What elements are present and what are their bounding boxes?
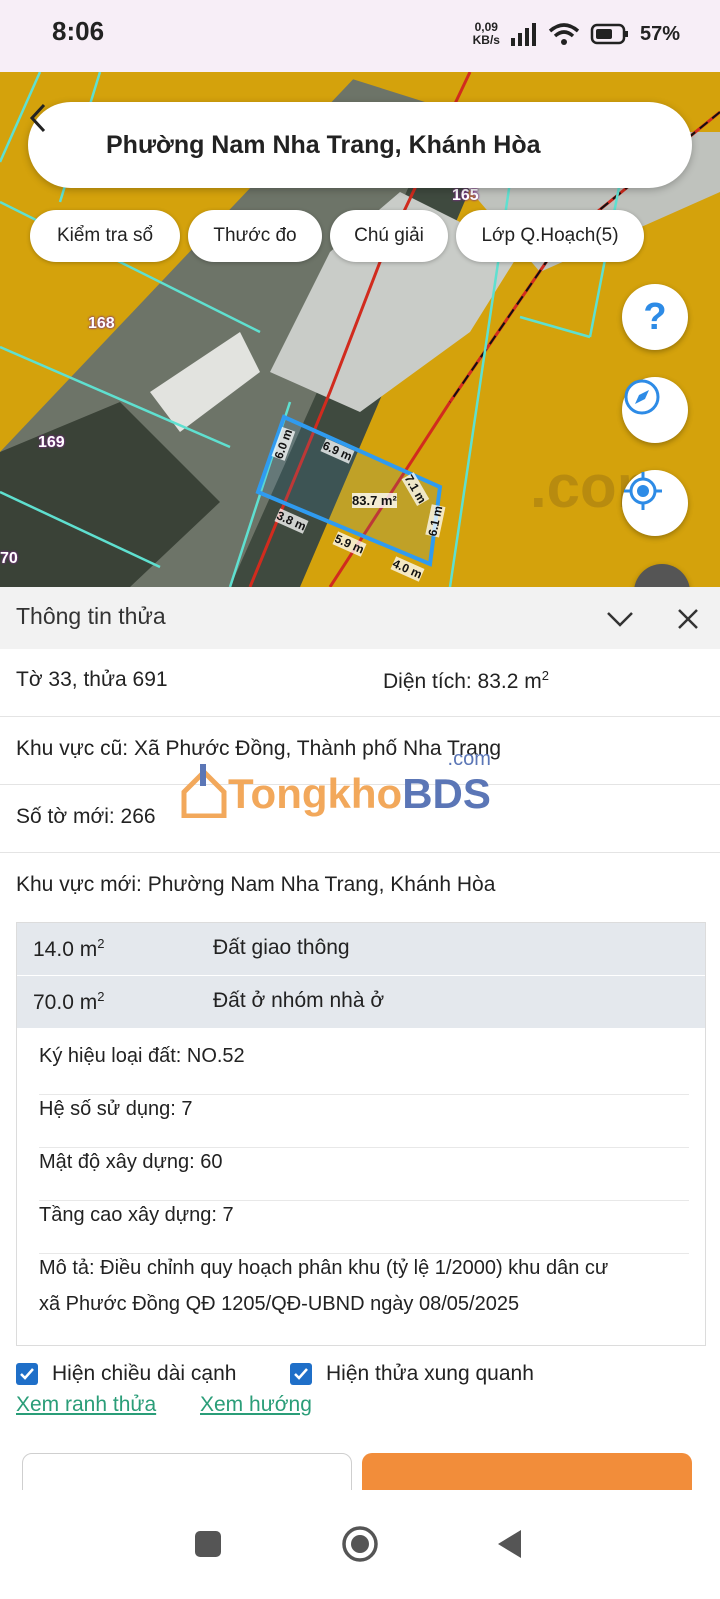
location-title: Phường Nam Nha Trang, Khánh Hòa: [106, 130, 541, 159]
triangle-back-icon: [498, 1530, 521, 1558]
sheet-header: Thông tin thửa: [0, 587, 720, 649]
house-logo-icon: [181, 764, 227, 818]
chevron-down-icon: [607, 612, 633, 627]
wifi-icon: [548, 23, 580, 45]
new-sheet-number: Số tờ mới: 266: [16, 805, 156, 828]
status-icons: 0,09 KB/s 57%: [473, 14, 680, 54]
close-icon: [678, 609, 698, 629]
network-speed: 0,09 KB/s: [472, 20, 500, 47]
checkbox-checked[interactable]: [16, 1363, 38, 1385]
parcel-number[interactable]: 168: [88, 315, 115, 333]
back-icon[interactable]: [29, 102, 106, 188]
description-line: Mô tả: Điều chỉnh quy hoạch phân khu (tỷ…: [39, 1257, 609, 1279]
new-area-text: Khu vực mới: Phường Nam Nha Trang, Khánh…: [16, 873, 496, 896]
status-bar: 8:06 0,09 KB/s 57%: [0, 0, 720, 72]
parcel-number[interactable]: 70: [0, 550, 18, 568]
square-icon: [195, 1531, 221, 1557]
battery-percent: 57%: [639, 22, 680, 45]
map-view[interactable]: 165 168 169 70 6.0 m 6.9 m 7.1 m 6.1 m 3…: [0, 72, 720, 587]
show-neighbor-parcels-toggle[interactable]: Hiện thửa xung quanh: [290, 1357, 534, 1391]
view-parcel-boundary-link[interactable]: Xem ranh thửa: [16, 1393, 156, 1417]
land-use-row: 70.0 m2 Đất ở nhóm nhà ở: [17, 976, 705, 1029]
close-button[interactable]: [668, 599, 708, 639]
location-bar[interactable]: Phường Nam Nha Trang, Khánh Hòa: [28, 102, 692, 188]
battery-icon: [590, 23, 628, 45]
chip-planning-layers[interactable]: Lớp Q.Hoạch(5): [456, 210, 644, 262]
collapse-button[interactable]: [600, 599, 640, 639]
system-nav-bar: [0, 1490, 720, 1599]
parcel-info-sheet: Thông tin thửa Tờ 33, thửa 691 Diện tích…: [0, 587, 720, 1517]
signal-icon: [510, 23, 536, 46]
back-nav-button[interactable]: [480, 1514, 540, 1574]
sheet-title: Thông tin thửa: [16, 603, 166, 629]
building-density: Mật độ xây dựng: 60: [39, 1151, 689, 1201]
chip-check-book[interactable]: Kiểm tra sổ: [30, 210, 180, 262]
description-line: xã Phước Đồng QĐ 1205/QĐ-UBND ngày 08/05…: [39, 1293, 520, 1315]
chip-legend[interactable]: Chú giải: [330, 210, 448, 262]
checkbox-checked[interactable]: [290, 1363, 312, 1385]
compass-icon: [624, 379, 660, 415]
watermark-logo: Tongkho BDS .com: [180, 748, 491, 818]
status-time: 8:06: [52, 16, 105, 46]
area-value: Diện tích: 83.2 m2: [383, 668, 549, 693]
parcel-area-label: 83.7 m²: [352, 493, 397, 508]
usage-coefficient: Hệ số sử dụng: 7: [39, 1098, 689, 1148]
building-height: Tầng cao xây dựng: 7: [39, 1204, 689, 1254]
my-location-button[interactable]: [622, 470, 688, 536]
recents-button[interactable]: [178, 1514, 238, 1574]
planning-info-box: 14.0 m2 Đất giao thông 70.0 m2 Đất ở nhó…: [16, 922, 706, 1346]
show-edge-length-toggle[interactable]: Hiện chiều dài cạnh: [16, 1357, 236, 1391]
parcel-number[interactable]: 165: [452, 187, 479, 205]
help-button[interactable]: ?: [622, 284, 688, 350]
chip-ruler[interactable]: Thước đo: [188, 210, 322, 262]
parcel-number[interactable]: 169: [38, 434, 65, 452]
location-target-icon: [624, 472, 662, 510]
old-area-text: Khu vực cũ: Xã Phước Đồng, Thành phố Nha…: [16, 737, 502, 760]
sheet-parcel-row: Tờ 33, thửa 691 Diện tích: 83.2 m2: [0, 649, 720, 717]
home-button[interactable]: [330, 1514, 390, 1574]
home-circle-icon: [342, 1526, 378, 1562]
view-direction-link[interactable]: Xem hướng: [200, 1393, 312, 1417]
new-area-row: Khu vực mới: Phường Nam Nha Trang, Khánh…: [0, 853, 720, 919]
land-use-row: 14.0 m2 Đất giao thông: [17, 923, 705, 976]
question-icon: ?: [643, 295, 667, 338]
compass-button[interactable]: [622, 377, 688, 443]
land-type-code: Ký hiệu loại đất: NO.52: [39, 1045, 689, 1095]
sheet-parcel-number: Tờ 33, thửa 691: [16, 668, 168, 691]
